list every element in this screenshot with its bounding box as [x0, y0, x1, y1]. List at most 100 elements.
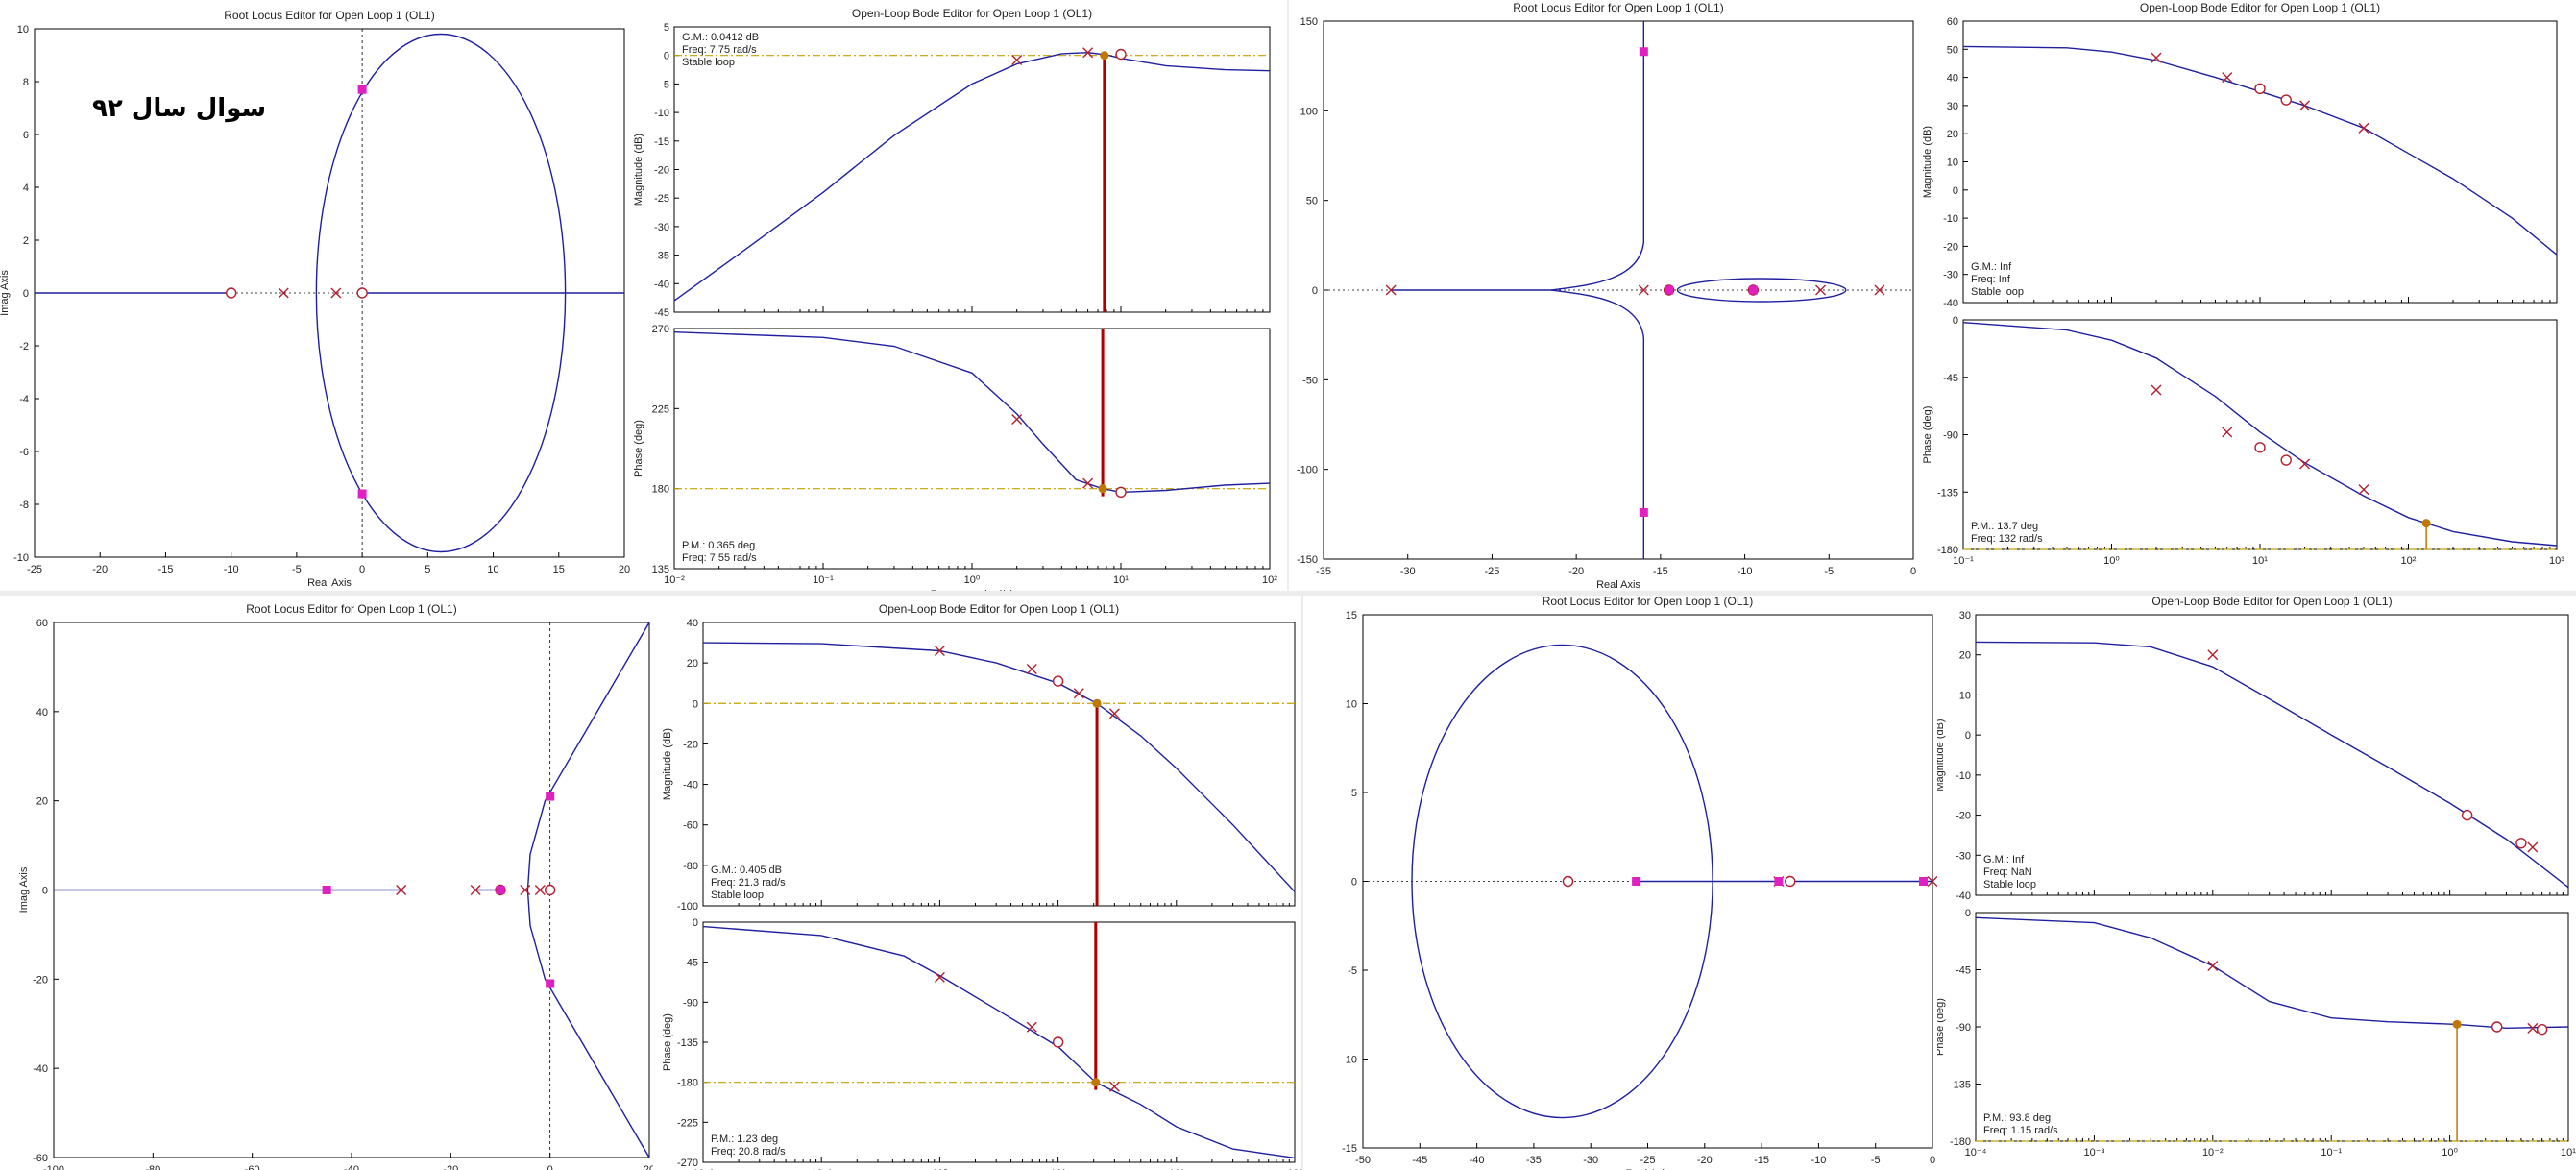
x-tick-label: 20	[619, 564, 630, 575]
y-tick-label: 0	[1965, 730, 1971, 742]
root-locus-2: Root Locus Editor for Open Loop 1 (OL1) -…	[1297, 1, 1916, 591]
y-tick-label: 5	[1351, 788, 1357, 799]
y-tick-label: 2	[23, 235, 29, 247]
y-tick-label: 225	[652, 403, 669, 415]
closed-loop-pole	[1639, 47, 1648, 57]
zero-marker	[1785, 875, 1796, 888]
chart-title: Root Locus Editor for Open Loop 1 (OL1)	[1513, 1, 1723, 14]
x-tick-label: -10	[224, 564, 239, 575]
panel-top-left: Root Locus Editor for Open Loop 1 (OL1) -…	[0, 0, 1287, 591]
y-tick-label: -45	[1943, 373, 1958, 384]
x-tick-label: -20	[1568, 566, 1584, 577]
margin-info: P.M.: 0.365 deg	[682, 540, 755, 551]
x-tick-label: 10⁻³	[2084, 1147, 2105, 1158]
y-tick-label: -45	[654, 307, 669, 319]
plot-frame	[1975, 614, 2569, 896]
x-tick-label: 10⁻²	[2202, 1147, 2224, 1158]
y-tick-label: -60	[33, 1153, 48, 1164]
bode-3: Open-Loop Bode Editor for Open Loop 1 (O…	[662, 602, 1301, 1170]
x-tick-label: 10⁰	[2103, 555, 2120, 567]
y-tick-label: -20	[33, 974, 48, 986]
y-tick-label: -180	[677, 1078, 698, 1089]
y-tick-label: 40	[36, 707, 48, 719]
y-tick-label: 20	[36, 796, 48, 808]
x-tick-label: 10⁻¹	[2321, 1147, 2342, 1158]
y-tick-label: -60	[683, 820, 698, 832]
x-tick-label: -30	[1583, 1155, 1598, 1166]
y-axis-label: Phase (deg)	[1937, 998, 1946, 1056]
y-tick-label: 20	[687, 658, 698, 670]
closed-loop-pole	[1639, 507, 1648, 517]
y-tick-label: 0	[23, 288, 29, 300]
y-tick-label: -90	[683, 997, 698, 1009]
chart-title: Root Locus Editor for Open Loop 1 (OL1)	[1543, 596, 1753, 608]
x-tick-label: -15	[1653, 566, 1668, 577]
y-tick-label: -40	[1943, 298, 1958, 309]
y-tick-label: -5	[1348, 965, 1357, 977]
closed-loop-pole	[546, 979, 555, 988]
x-tick-label: 10	[487, 564, 498, 575]
y-tick-label: -6	[19, 447, 29, 458]
x-tick-label: -30	[1400, 566, 1416, 577]
chart-title: Root Locus Editor for Open Loop 1 (OL1)	[224, 9, 434, 22]
margin-info: P.M.: 13.7 deg	[1971, 521, 2038, 532]
bode-1: Open-Loop Bode Editor for Open Loop 1 (O…	[634, 7, 1277, 591]
y-tick-label: 180	[652, 484, 669, 496]
x-tick-label: -25	[1484, 566, 1499, 577]
zero-marker	[544, 884, 556, 896]
y-axis-label: Imag Axis	[0, 270, 11, 316]
y-tick-label: 4	[23, 183, 29, 194]
y-tick-label: 0	[1351, 877, 1357, 889]
plot-frame	[673, 26, 1271, 313]
zero-marker	[2280, 94, 2292, 106]
margin-info: P.M.: 93.8 deg	[1983, 1112, 2051, 1124]
x-tick-label: -60	[245, 1164, 260, 1170]
closed-loop-pole	[1665, 285, 1674, 295]
chart-title: Open-Loop Bode Editor for Open Loop 1 (O…	[2140, 1, 2380, 14]
x-tick-label: -50	[1355, 1155, 1371, 1166]
y-tick-label: 30	[1959, 610, 1971, 622]
x-tick-label: -25	[1640, 1155, 1656, 1166]
y-tick-label: -10	[1342, 1055, 1357, 1066]
margin-info: Freq: 7.75 rad/s	[682, 44, 757, 56]
phase-margin-marker	[1098, 484, 1107, 494]
y-tick-label: 50	[1947, 44, 1958, 56]
closed-loop-pole	[1748, 285, 1758, 295]
zero-marker	[1115, 48, 1127, 61]
y-tick-label: -90	[1956, 1022, 1971, 1034]
y-tick-label: 15	[1346, 610, 1357, 622]
zero-marker	[356, 287, 368, 299]
closed-loop-pole	[1774, 877, 1784, 886]
x-tick-label: -15	[1754, 1155, 1769, 1166]
y-tick-label: -10	[1943, 213, 1958, 225]
x-tick-label: 10⁻¹	[813, 574, 834, 586]
y-tick-label: 20	[1947, 129, 1958, 140]
x-tick-label: 10²	[1262, 574, 1277, 586]
x-tick-label: 20	[644, 1164, 653, 1170]
margin-info: G.M.: 0.405 dB	[711, 865, 782, 876]
y-axis-label: Imag Axis	[18, 866, 30, 913]
root-locus-3: Root Locus Editor for Open Loop 1 (OL1) -…	[18, 602, 653, 1170]
zero-marker	[1115, 486, 1127, 499]
x-tick-label: -20	[443, 1164, 458, 1170]
y-tick-label: 40	[1947, 73, 1958, 85]
y-tick-label: -135	[1937, 487, 1958, 499]
y-tick-label: 0	[1965, 908, 1971, 919]
zero-marker	[2461, 809, 2473, 821]
x-tick-label: 10¹	[2561, 1147, 2576, 1158]
zero-marker	[2280, 454, 2292, 466]
y-tick-label: 20	[1959, 650, 1971, 662]
chart-title: Open-Loop Bode Editor for Open Loop 1 (O…	[879, 602, 1119, 616]
y-tick-label: 10	[17, 24, 29, 36]
x-tick-label: 15	[553, 564, 565, 575]
y-tick-label: -5	[660, 79, 669, 90]
zero-marker	[2491, 1021, 2503, 1033]
closed-loop-pole	[496, 886, 505, 894]
y-tick-label: 100	[1300, 106, 1318, 117]
x-tick-label: -25	[27, 564, 42, 575]
y-tick-label: 10	[1947, 158, 1958, 169]
y-axis-label: Phase (deg)	[1923, 406, 1933, 464]
persian-annotation: سوال سال ۹۲	[92, 94, 267, 123]
y-tick-label: 0	[42, 886, 48, 897]
bode-4: Open-Loop Bode Editor for Open Loop 1 (O…	[1937, 596, 2576, 1158]
